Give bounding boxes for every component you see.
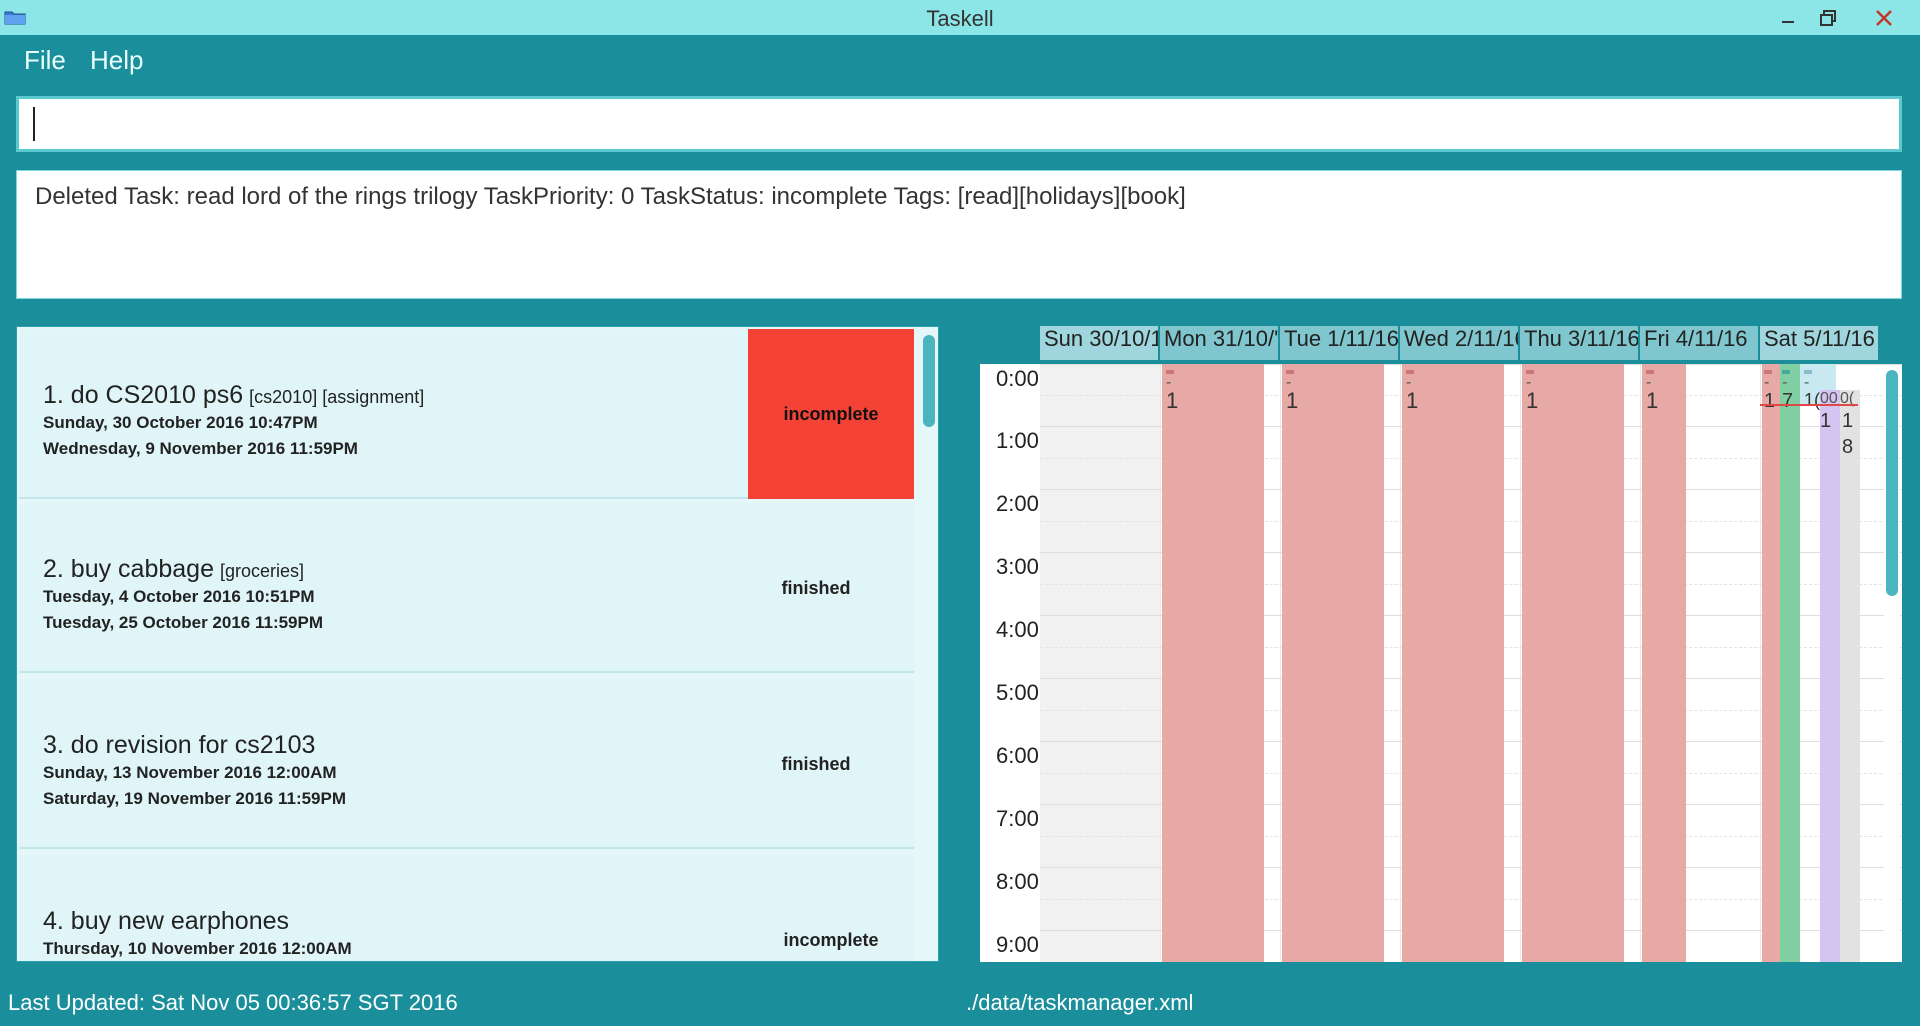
calendar-panel: Sun 30/10/1 Mon 31/10/' Tue 1/11/16 Wed … xyxy=(980,326,1902,962)
calendar-day-header: Sat 5/11/16 xyxy=(1760,326,1878,360)
close-button[interactable] xyxy=(1860,0,1908,35)
task-start-date: Sunday, 30 October 2016 10:47PM xyxy=(43,413,318,432)
task-tags: [cs2010] [assignment] xyxy=(249,387,425,407)
minimize-button[interactable] xyxy=(1768,0,1808,35)
event-label: 1( xyxy=(1804,390,1821,410)
maximize-button[interactable] xyxy=(1808,0,1848,35)
window-title: Taskell xyxy=(926,6,994,31)
task-title: 3. do revision for cs2103 xyxy=(43,731,321,760)
calendar-event[interactable]: - 1 xyxy=(1762,364,1780,962)
scrollbar-thumb[interactable] xyxy=(1886,370,1898,596)
calendar-day-header: Fri 4/11/16 xyxy=(1640,326,1758,360)
task-status: finished xyxy=(781,577,851,598)
event-label: 8 xyxy=(1842,436,1854,458)
task-card[interactable]: 2. buy cabbage [groceries] Tuesday, 4 Oct… xyxy=(19,503,914,673)
event-label: 7 xyxy=(1782,390,1794,412)
event-label: 1 xyxy=(1764,390,1776,412)
task-status: finished xyxy=(781,753,851,774)
calendar-event[interactable]: 0( 1 8 xyxy=(1840,390,1860,962)
current-time-indicator xyxy=(1760,404,1858,406)
command-box xyxy=(16,96,1902,152)
calendar-day-header: Thu 3/11/16 xyxy=(1520,326,1638,360)
event-label: 1 xyxy=(1646,388,1659,413)
menu-help[interactable]: Help xyxy=(90,45,143,76)
command-input[interactable] xyxy=(19,99,1899,149)
time-label: 8:00 xyxy=(996,869,1039,894)
calendar-event[interactable]: 00 1 xyxy=(1820,390,1840,962)
calendar-event[interactable]: - 1 xyxy=(1522,364,1624,962)
task-end-date: Saturday, 19 November 2016 11:59PM xyxy=(43,789,347,808)
calendar-grid[interactable]: - 1 - 1 - 1 - 1 - 1 - 1 - 7 - 1(00 1 0(… xyxy=(980,364,1902,962)
task-end-date: Wednesday, 9 November 2016 11:59PM xyxy=(43,439,358,458)
task-name: 4. buy new earphones xyxy=(43,907,290,935)
save-location-status: ./data/taskmanager.xml xyxy=(966,990,1194,1015)
task-start-date: Thursday, 10 November 2016 12:00AM xyxy=(43,939,352,958)
day-column-sun xyxy=(1040,364,1160,962)
title-bar: Taskell xyxy=(0,0,1920,35)
time-label: 1:00 xyxy=(996,428,1039,453)
time-label: 7:00 xyxy=(996,806,1039,831)
event-label: 1 xyxy=(1526,388,1539,413)
event-label: 1 xyxy=(1286,388,1299,413)
menu-bar: File Help xyxy=(0,35,1920,89)
calendar-event[interactable]: - 1 xyxy=(1282,364,1384,962)
time-label: 5:00 xyxy=(996,680,1039,705)
task-title: 2. buy cabbage [groceries] xyxy=(43,555,304,584)
event-label: 1 xyxy=(1842,410,1854,432)
task-start-date: Tuesday, 4 October 2016 10:51PM xyxy=(43,587,315,606)
task-title: 4. buy new earphones xyxy=(43,907,295,936)
calendar-scrollbar[interactable] xyxy=(1884,366,1900,960)
task-status: incomplete xyxy=(748,329,914,499)
minimize-icon xyxy=(1782,20,1794,23)
calendar-day-header: Tue 1/11/16 xyxy=(1280,326,1398,360)
time-label: 2:00 xyxy=(996,491,1039,516)
time-label: 3:00 xyxy=(996,554,1039,579)
time-label: 4:00 xyxy=(996,617,1039,642)
scrollbar-thumb[interactable] xyxy=(923,335,935,427)
last-updated-status: Last Updated: Sat Nov 05 00:36:57 SGT 20… xyxy=(8,990,458,1015)
text-caret xyxy=(33,107,35,141)
time-label: 6:00 xyxy=(996,743,1039,768)
task-list-panel: 1. do CS2010 ps6 [cs2010] [assignment] Su… xyxy=(16,326,939,962)
task-card[interactable]: 3. do revision for cs2103 Sunday, 13 Nov… xyxy=(19,679,914,849)
event-label: 1 xyxy=(1406,388,1419,413)
calendar-event[interactable]: - 1 xyxy=(1642,364,1686,962)
event-label: 1 xyxy=(1820,410,1832,432)
task-list-scrollbar[interactable] xyxy=(921,329,937,959)
task-start-date: Sunday, 13 November 2016 12:00AM xyxy=(43,763,337,782)
task-card[interactable]: 4. buy new earphones Thursday, 10 Novemb… xyxy=(19,855,914,961)
status-bar: Last Updated: Sat Nov 05 00:36:57 SGT 20… xyxy=(0,982,1920,1026)
restore-icon xyxy=(1820,9,1836,26)
task-status: incomplete xyxy=(783,929,879,950)
task-name: 3. do revision for cs2103 xyxy=(43,731,316,759)
calendar-event[interactable]: - 7 xyxy=(1780,364,1800,962)
task-card[interactable]: 1. do CS2010 ps6 [cs2010] [assignment] Su… xyxy=(19,329,914,499)
close-icon xyxy=(1876,9,1892,26)
time-label: 9:00 xyxy=(996,932,1039,957)
menu-file[interactable]: File xyxy=(24,45,66,76)
task-name: 2. buy cabbage xyxy=(43,555,214,583)
calendar-event[interactable]: - 1 xyxy=(1162,364,1264,962)
task-tags: [groceries] xyxy=(219,561,305,581)
task-end-date: Tuesday, 25 October 2016 11:59PM xyxy=(43,613,324,632)
task-name: 1. do CS2010 ps6 xyxy=(43,381,244,409)
calendar-day-header: Mon 31/10/' xyxy=(1160,326,1278,360)
time-axis: 0:00 1:00 2:00 3:00 4:00 5:00 6:00 7:00 … xyxy=(980,364,1040,962)
result-display: Deleted Task: read lord of the rings tri… xyxy=(16,170,1902,299)
calendar-day-header: Sun 30/10/1 xyxy=(1040,326,1158,360)
event-label: 1 xyxy=(1166,388,1179,413)
calendar-event[interactable]: - 1 xyxy=(1402,364,1504,962)
calendar-day-header: Wed 2/11/16 xyxy=(1400,326,1518,360)
task-title: 1. do CS2010 ps6 [cs2010] [assignment] xyxy=(43,381,424,410)
time-label: 0:00 xyxy=(996,366,1039,391)
